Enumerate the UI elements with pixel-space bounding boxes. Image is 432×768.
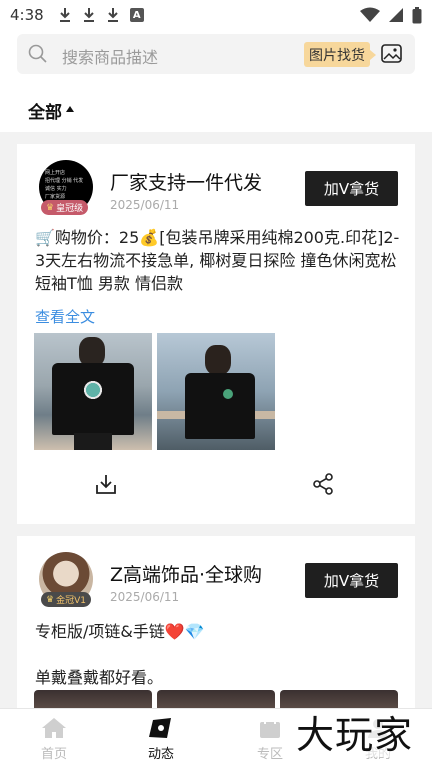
level-badge: ♛ 金冠V1 [41, 592, 91, 607]
tshirt-emblem [223, 389, 233, 399]
crown-icon: ♛ [46, 594, 55, 605]
level-badge-text: 金冠V1 [56, 596, 86, 606]
battery-icon [412, 6, 422, 23]
tab-zone[interactable]: 专区 [240, 717, 300, 762]
post-date: 2025/06/11 [110, 590, 180, 604]
avatar-text: 诚信 实力 [45, 186, 67, 192]
compass-icon [149, 718, 171, 738]
status-time: 4:38 [10, 6, 44, 24]
post-text-line2: 单戴叠戴都好看。 [35, 668, 164, 687]
post-text-main: 专柜版/项链&手链 [35, 622, 165, 641]
post-card: ♛ 金冠V1 Z高端饰品·全球购 2025/06/11 加V拿货 专柜版/项链&… [17, 536, 415, 720]
level-badge-text: 皇冠级 [56, 204, 84, 214]
search-icon [28, 44, 47, 63]
caret-up-icon [66, 106, 74, 112]
poster-name[interactable]: Z高端饰品·全球购 [110, 560, 262, 587]
signal-icon [389, 8, 403, 22]
tshirt-print [78, 377, 108, 403]
tab-feed[interactable]: 动态 [131, 717, 191, 762]
tab-home-label: 首页 [40, 747, 67, 762]
notification-icons: A [58, 7, 144, 23]
tshirt-shape [185, 373, 255, 439]
view-full-text-link[interactable]: 查看全文 [35, 306, 95, 327]
avatar-text: 招代理 分销 代发 [45, 178, 84, 184]
status-bar: 4:38 A [0, 0, 432, 30]
product-photo[interactable] [157, 333, 275, 450]
share-icon[interactable] [311, 472, 335, 496]
poster-name[interactable]: 厂家支持一件代发 [110, 168, 262, 195]
search-bar[interactable]: 搜索商品描述 图片找货 [17, 34, 415, 74]
model-legs [74, 433, 112, 450]
tab-home[interactable]: 首页 [24, 717, 84, 762]
product-photo[interactable] [34, 333, 152, 450]
avatar-text: 厂家货源 [45, 194, 66, 200]
download-notification-icon [107, 8, 118, 22]
level-badge: ♛ 皇冠级 [41, 200, 89, 215]
home-icon [42, 718, 66, 738]
post-date: 2025/06/11 [110, 198, 180, 212]
image-search-icon[interactable] [381, 44, 403, 64]
add-wechat-button[interactable]: 加V拿货 [305, 563, 398, 598]
crown-icon: ♛ [46, 202, 55, 213]
add-wechat-button[interactable]: 加V拿货 [305, 171, 398, 206]
model-head [205, 345, 231, 375]
image-search-label[interactable]: 图片找货 [304, 42, 376, 67]
avatar-text: 网上开店 [45, 170, 66, 176]
download-icon[interactable] [94, 472, 118, 496]
watermark-text: 大玩家 [294, 713, 416, 757]
tab-feed-label: 动态 [147, 747, 174, 762]
search-placeholder: 搜索商品描述 [62, 48, 159, 67]
post-card: 网上开店 招代理 分销 代发 诚信 实力 厂家货源 ♛ 皇冠级 厂家支持一件代发… [17, 144, 415, 524]
tab-zone-label: 专区 [256, 747, 283, 762]
a-notification-icon: A [129, 8, 144, 22]
download-notification-icon [59, 8, 70, 22]
post-text: 🛒购物价：25💰[包装吊牌采用纯棉200克.印花]2-3天左右物流不接急单, 椰… [35, 228, 400, 293]
heart-emoji: ❤️ [164, 622, 185, 641]
wifi-icon [360, 7, 380, 22]
filter-label: 全部 [28, 103, 62, 123]
download-notification-icon [83, 8, 94, 22]
header: 搜索商品描述 图片找货 全部 [0, 30, 432, 132]
gem-emoji: 💎 [184, 622, 205, 641]
shopping-bag-icon [260, 717, 280, 738]
filter-dropdown[interactable]: 全部 [28, 98, 74, 123]
post-text: 专柜版/项链&手链❤️💎 [35, 618, 205, 642]
